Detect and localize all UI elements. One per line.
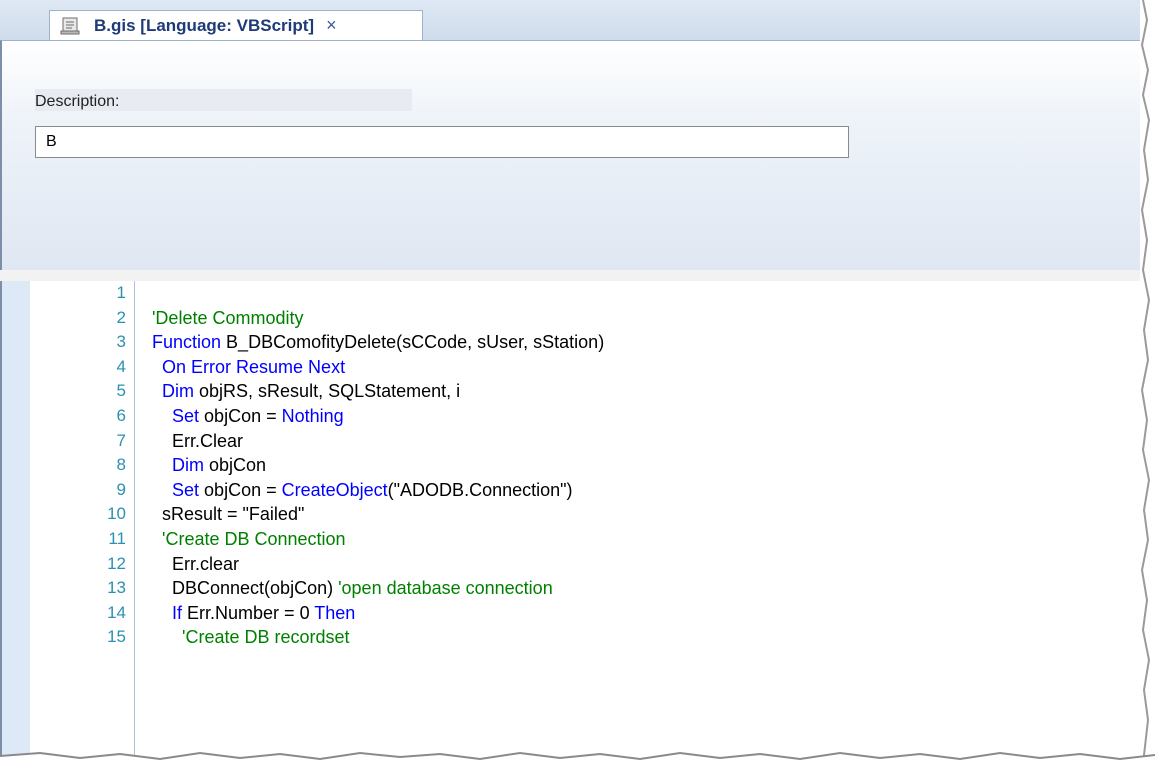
code-text: Err.Number = 0 bbox=[182, 602, 315, 623]
code-keyword: Dim bbox=[162, 381, 195, 402]
code-comment: 'Create DB recordset bbox=[182, 627, 350, 648]
code-text: objCon = bbox=[199, 405, 282, 426]
code-area[interactable]: 'Delete Commodity Function B_DBComofityDe… bbox=[152, 281, 1140, 650]
code-line[interactable]: Dim objCon bbox=[152, 453, 1140, 478]
code-line[interactable]: If Err.Number = 0 Then bbox=[152, 601, 1140, 626]
code-keyword: Function bbox=[152, 332, 222, 353]
document-tabstrip: B.gis [Language: VBScript] × bbox=[0, 0, 1140, 40]
code-editor[interactable]: 1 2 3 4 5 6 7 8 9 10 11 12 13 14 15 'Delete Commodity F… bbox=[0, 281, 1140, 764]
code-keyword: If bbox=[172, 602, 183, 623]
code-keyword: On Error Resume Next bbox=[162, 356, 346, 377]
line-number: 1 bbox=[116, 283, 126, 302]
line-number: 7 bbox=[116, 430, 126, 450]
editor-margin[interactable] bbox=[2, 281, 30, 764]
description-input[interactable] bbox=[35, 126, 849, 158]
script-document-icon bbox=[60, 17, 80, 34]
line-number-gutter: 1 2 3 4 5 6 7 8 9 10 11 12 13 14 15 bbox=[30, 281, 135, 764]
line-number: 6 bbox=[116, 405, 126, 425]
line-number: 11 bbox=[108, 528, 126, 548]
code-text: objCon = bbox=[199, 479, 282, 500]
code-text: Err.Clear bbox=[152, 430, 244, 451]
code-text: ("ADODB.Connection") bbox=[387, 479, 573, 500]
line-number: 12 bbox=[107, 553, 126, 573]
code-keyword: Nothing bbox=[281, 405, 344, 426]
code-line[interactable] bbox=[152, 281, 1140, 306]
code-text: sResult = "Failed" bbox=[152, 504, 305, 525]
code-comment: 'open database connection bbox=[338, 578, 553, 599]
close-icon[interactable]: × bbox=[326, 15, 337, 36]
code-keyword: Set bbox=[172, 479, 200, 500]
code-keyword: Dim bbox=[172, 455, 205, 476]
code-comment: 'Create DB Connection bbox=[162, 528, 346, 549]
code-line[interactable]: 'Delete Commodity bbox=[152, 306, 1140, 331]
code-line[interactable]: DBConnect(objCon) 'open database connect… bbox=[152, 576, 1140, 601]
code-line[interactable]: Dim objRS, sResult, SQLStatement, i bbox=[152, 379, 1140, 404]
code-text: Err.clear bbox=[152, 553, 240, 574]
code-line[interactable]: 'Create DB Connection bbox=[152, 527, 1140, 552]
code-text: objRS, sResult, SQLStatement, i bbox=[194, 381, 461, 402]
line-number: 8 bbox=[116, 455, 126, 475]
code-line[interactable]: Err.Clear bbox=[152, 429, 1140, 454]
code-keyword: CreateObject bbox=[281, 479, 388, 500]
code-text: DBConnect(objCon) bbox=[152, 578, 339, 599]
torn-edge-right bbox=[1140, 0, 1155, 764]
code-line[interactable]: On Error Resume Next bbox=[152, 355, 1140, 380]
line-number: 3 bbox=[116, 332, 126, 352]
line-number: 15 bbox=[107, 627, 126, 647]
tab-b-gis[interactable]: B.gis [Language: VBScript] × bbox=[49, 10, 423, 40]
line-number: 4 bbox=[116, 356, 126, 376]
line-number: 10 bbox=[107, 504, 126, 524]
line-number: 9 bbox=[116, 479, 126, 499]
description-panel: Description: bbox=[0, 40, 1140, 270]
code-text: objCon bbox=[204, 455, 267, 476]
code-comment: 'Delete Commodity bbox=[152, 307, 304, 328]
line-number: 14 bbox=[107, 602, 126, 622]
code-keyword: Then bbox=[314, 602, 356, 623]
line-number: 2 bbox=[116, 307, 126, 327]
code-line[interactable]: 'Create DB recordset bbox=[152, 625, 1140, 650]
code-text: B_DBComofityDelete(sCCode, sUser, sStati… bbox=[221, 332, 605, 353]
code-line[interactable]: Function B_DBComofityDelete(sCCode, sUse… bbox=[152, 330, 1140, 355]
line-number: 5 bbox=[116, 381, 126, 401]
torn-edge-bottom bbox=[0, 751, 1155, 764]
description-label: Description: bbox=[35, 93, 120, 110]
code-keyword: Set bbox=[172, 405, 200, 426]
code-line[interactable]: sResult = "Failed" bbox=[152, 502, 1140, 527]
line-number: 13 bbox=[107, 578, 126, 598]
code-line[interactable]: Err.clear bbox=[152, 552, 1140, 577]
code-line[interactable]: Set objCon = Nothing bbox=[152, 404, 1140, 429]
code-line[interactable]: Set objCon = CreateObject("ADODB.Connect… bbox=[152, 478, 1140, 503]
tab-title: B.gis [Language: VBScript] bbox=[94, 15, 315, 35]
